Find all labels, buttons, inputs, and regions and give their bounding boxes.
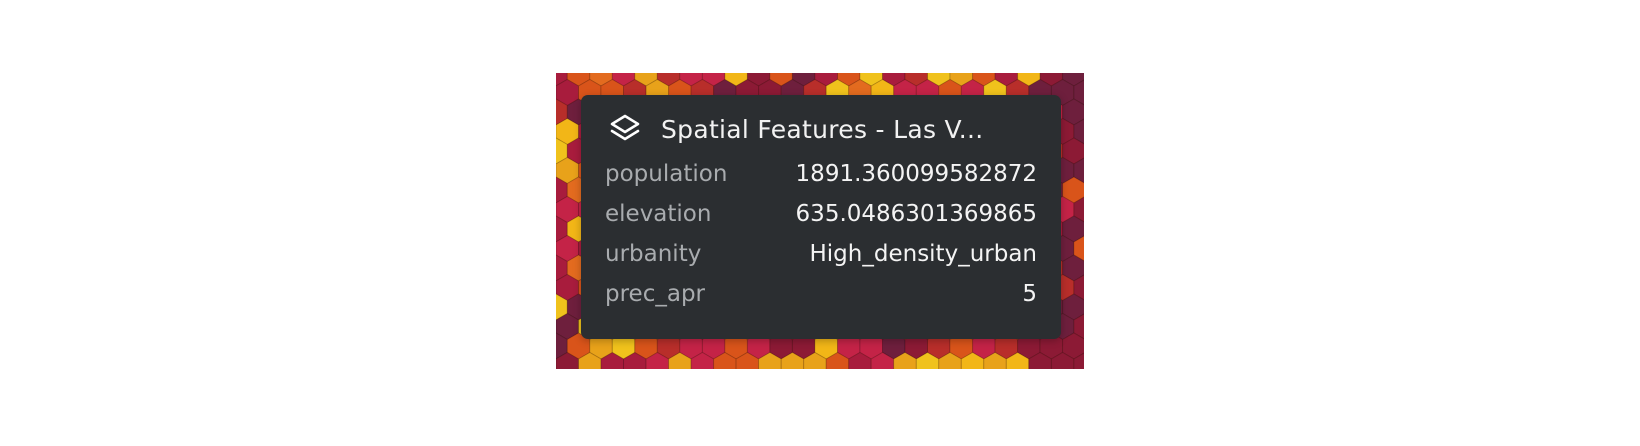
property-row-prec-apr: prec_apr 5 xyxy=(605,274,1037,314)
property-key: population xyxy=(605,161,728,187)
property-value: 635.0486301369865 xyxy=(795,201,1037,227)
property-row-elevation: elevation 635.0486301369865 xyxy=(605,194,1037,234)
tooltip-header: Spatial Features - Las V... xyxy=(609,109,983,149)
property-value: High_density_urban xyxy=(809,241,1038,267)
layers-icon xyxy=(609,113,641,145)
property-key: urbanity xyxy=(605,241,702,267)
tooltip-property-list: population 1891.360099582872 elevation 6… xyxy=(605,154,1037,314)
property-key: elevation xyxy=(605,201,712,227)
feature-tooltip: Spatial Features - Las V... population 1… xyxy=(581,95,1061,339)
property-value: 5 xyxy=(1022,281,1037,307)
property-key: prec_apr xyxy=(605,281,705,307)
tooltip-title: Spatial Features - Las V... xyxy=(661,114,984,144)
property-row-urbanity: urbanity High_density_urban xyxy=(605,234,1037,274)
property-row-population: population 1891.360099582872 xyxy=(605,154,1037,194)
property-value: 1891.360099582872 xyxy=(795,161,1037,187)
